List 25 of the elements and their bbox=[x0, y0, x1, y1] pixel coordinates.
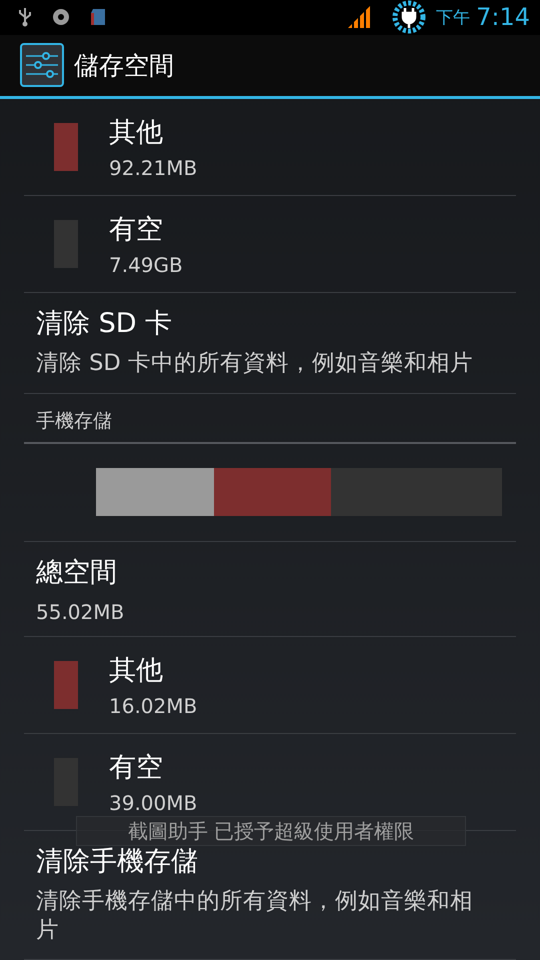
item-summary: 清除 SD 卡中的所有資料，例如音樂和相片 bbox=[36, 349, 474, 378]
section-header: 手機存儲 bbox=[24, 394, 516, 444]
sd-card-icon bbox=[90, 8, 106, 26]
disc-icon bbox=[52, 8, 70, 26]
time-period: 下午 bbox=[436, 6, 470, 29]
total-label: 總空間 bbox=[36, 556, 118, 590]
item-title: 清除 SD 卡 bbox=[36, 307, 174, 342]
clock: 7:14 bbox=[476, 3, 530, 32]
legend-label: 有空 bbox=[109, 750, 164, 784]
total-value: 55.02MB bbox=[36, 600, 126, 624]
legend-label: 其他 bbox=[109, 116, 164, 150]
settings-icon[interactable] bbox=[20, 43, 64, 88]
signal-icon bbox=[348, 6, 372, 28]
legend-label: 其他 bbox=[109, 654, 164, 688]
legend-label: 有空 bbox=[109, 213, 164, 248]
legend-value: 7.49GB bbox=[109, 253, 183, 278]
legend-value: 39.00MB bbox=[109, 790, 198, 814]
superuser-toast: 截圖助手 已授予超級使用者權限 bbox=[76, 816, 466, 846]
usb-icon bbox=[18, 7, 32, 28]
item-summary: 清除手機存儲中的所有資料，例如音樂和相片 bbox=[36, 886, 474, 945]
legend-value: 16.02MB bbox=[109, 694, 198, 718]
legend-value: 92.21MB bbox=[109, 156, 198, 180]
item-title: 清除手機存儲 bbox=[36, 844, 199, 878]
list-item[interactable]: 清除 SD 卡 清除 SD 卡中的所有資料，例如音樂和相片 bbox=[24, 293, 516, 394]
screen-title: 儲存空間 bbox=[74, 50, 174, 82]
